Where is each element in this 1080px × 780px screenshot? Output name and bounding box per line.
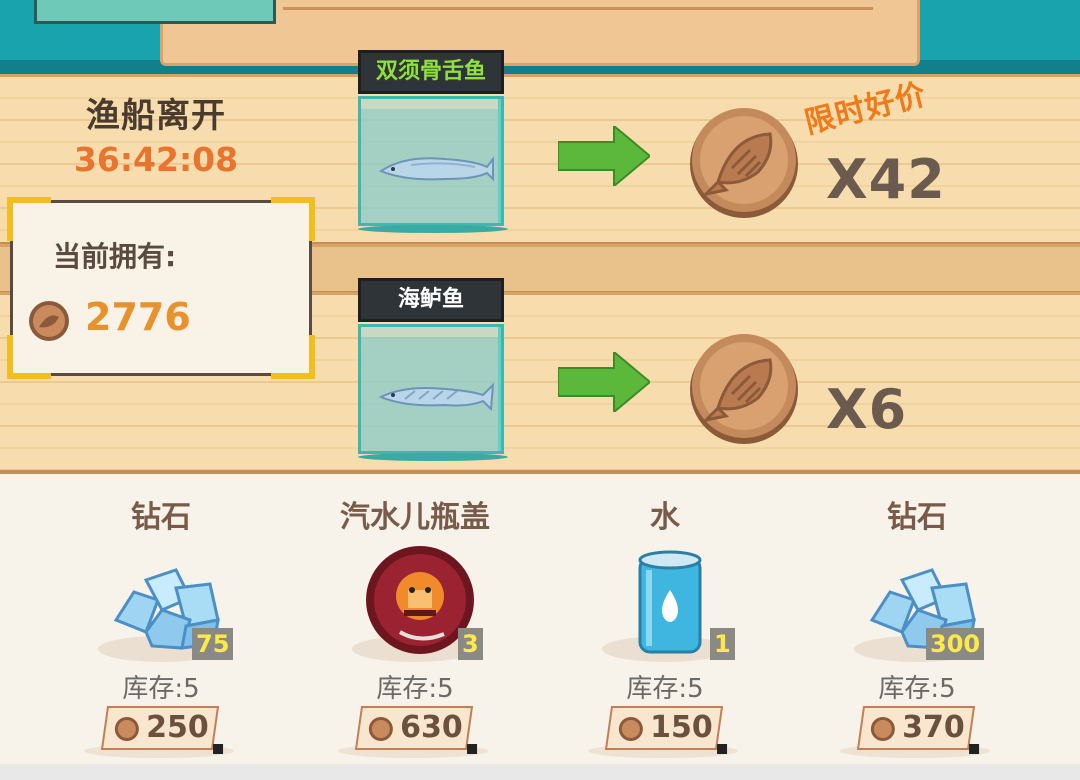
item-name: 水 <box>650 500 680 535</box>
fish-tank-2[interactable]: 海鲈鱼 <box>358 278 508 461</box>
coin-icon <box>368 717 393 741</box>
owned-coins-value: 2776 <box>85 295 191 339</box>
shop-item-diamond[interactable]: 钻石 75 库存:5 250 <box>36 476 286 764</box>
item-count: 3 <box>458 628 483 660</box>
buy-button[interactable]: 370 <box>856 706 980 754</box>
arrow-right-icon <box>558 352 650 412</box>
item-stock: 库存:5 <box>626 674 704 704</box>
owned-label: 当前拥有: <box>53 240 177 273</box>
buy-button[interactable]: 630 <box>354 706 478 754</box>
coin-icon <box>618 717 643 741</box>
sea-bass-fish-icon <box>378 382 495 412</box>
item-price: 370 <box>902 710 965 745</box>
top-panel <box>34 0 276 24</box>
fish-name-label: 双须骨舌鱼 <box>358 50 504 94</box>
bottom-bar <box>0 764 1080 780</box>
item-name: 钻石 <box>887 500 947 535</box>
coin-icon <box>870 717 895 741</box>
arowana-fish-icon <box>378 156 494 182</box>
shop-panel: 钻石 75 库存:5 250 汽水儿瓶盖 3 库存:5 630 水 1 库存:5… <box>0 476 1080 780</box>
boat-countdown-timer: 36:42:08 <box>73 140 239 179</box>
trade-multiplier-1: X42 <box>826 148 946 211</box>
shop-item-water[interactable]: 水 1 库存:5 150 <box>540 476 790 764</box>
item-price: 630 <box>400 710 463 745</box>
item-count: 300 <box>926 628 985 660</box>
item-stock: 库存:5 <box>376 674 454 704</box>
coin-icon <box>114 717 139 741</box>
arrow-right-icon <box>558 126 650 186</box>
coin-icon <box>29 301 69 341</box>
item-stock: 库存:5 <box>122 674 200 704</box>
boat-departure-title: 渔船离开 <box>86 96 226 136</box>
fish-coin-icon <box>690 334 798 444</box>
fish-name-label: 海鲈鱼 <box>358 278 504 322</box>
item-name: 钻石 <box>131 500 191 535</box>
item-count: 75 <box>192 628 234 660</box>
item-price: 150 <box>650 710 713 745</box>
item-price: 250 <box>146 710 209 745</box>
item-name: 汽水儿瓶盖 <box>340 500 490 535</box>
owned-coins-panel: 当前拥有: 2776 <box>7 197 315 379</box>
buy-button[interactable]: 150 <box>604 706 728 754</box>
fish-tank-1[interactable]: 双须骨舌鱼 <box>358 50 508 233</box>
shop-item-bottle-cap[interactable]: 汽水儿瓶盖 3 库存:5 630 <box>290 476 540 764</box>
shop-item-diamond[interactable]: 钻石 300 库存:5 370 <box>792 476 1042 764</box>
buy-button[interactable]: 250 <box>100 706 224 754</box>
item-count: 1 <box>710 628 735 660</box>
fish-coin-icon <box>690 108 798 218</box>
item-stock: 库存:5 <box>878 674 956 704</box>
trade-multiplier-2: X6 <box>826 378 908 441</box>
